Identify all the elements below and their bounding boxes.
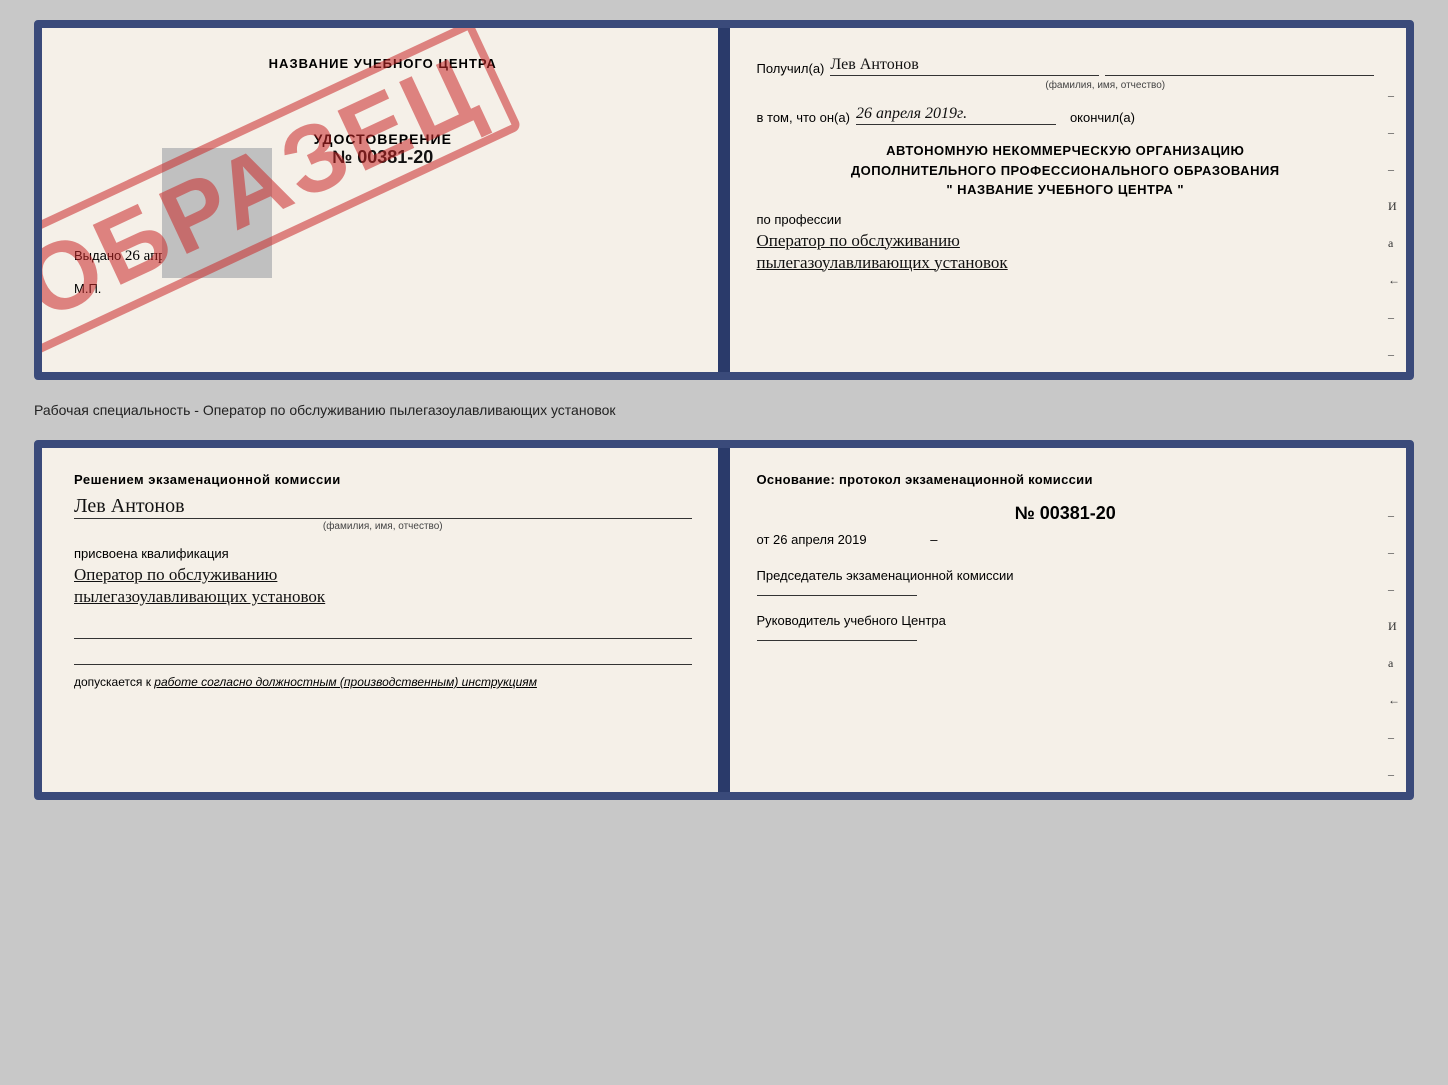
org-line2: ДОПОЛНИТЕЛЬНОГО ПРОФЕССИОНАЛЬНОГО ОБРАЗО…: [757, 161, 1375, 181]
ot-date-value: 26 апреля 2019: [773, 532, 867, 547]
between-label: Рабочая специальность - Оператор по обсл…: [34, 398, 1414, 422]
resheniem-label: Решением экзаменационной комиссии: [74, 472, 692, 487]
ot-date: от 26 апреля 2019 –: [757, 532, 1375, 547]
bottom-right-side-marks: – – – И а ← – – – –: [1388, 508, 1400, 800]
vtom-label: в том, что он(а): [757, 110, 850, 125]
bottom-underlines: [74, 621, 692, 665]
poluchil-label: Получил(а): [757, 61, 825, 76]
vydano-label: Выдано: [74, 248, 121, 263]
org-line1: АВТОНОМНУЮ НЕКОММЕРЧЕСКУЮ ОРГАНИЗАЦИЮ: [757, 141, 1375, 161]
bottom-document-card: Решением экзаменационной комиссии Лев Ан…: [34, 440, 1414, 800]
predsedatel-block: Председатель экзаменационной комиссии: [757, 567, 1375, 596]
top-right-panel: Получил(а) Лев Антонов (фамилия, имя, от…: [725, 28, 1407, 372]
vtom-row: в том, что он(а) 26 апреля 2019г. окончи…: [757, 105, 1375, 125]
mp-line: М.П.: [74, 281, 692, 296]
vtom-date: 26 апреля 2019г.: [856, 105, 1056, 125]
org-line3: " НАЗВАНИЕ УЧЕБНОГО ЦЕНТРА ": [757, 180, 1375, 200]
predsedatel-label: Председатель экзаменационной комиссии: [757, 567, 1375, 585]
rukovoditel-label: Руководитель учебного Центра: [757, 612, 1375, 630]
predsedatel-signature-line: [757, 595, 917, 596]
poluchil-underline: [1105, 75, 1374, 76]
underline-2: [74, 647, 692, 665]
okochil-label: окончил(а): [1070, 110, 1135, 125]
bottom-qualification-line2: пылегазоулавливающих установок: [74, 587, 692, 607]
photo-placeholder: [162, 148, 272, 278]
osnov-label: Основание: протокол экзаменационной коми…: [757, 472, 1375, 487]
dopuskaetsya-text: допускается к работе согласно должностны…: [74, 675, 692, 689]
bottom-fio-sublabel: (фамилия, имя, отчество): [74, 521, 692, 532]
dopuskaetsya-label: допускается к: [74, 675, 151, 689]
ot-dash: –: [930, 532, 937, 547]
page-wrapper: НАЗВАНИЕ УЧЕБНОГО ЦЕНТРА УДОСТОВЕРЕНИЕ №…: [34, 20, 1414, 800]
rukovoditel-signature-line: [757, 640, 917, 641]
prisvoena-label: присвоена квалификация: [74, 546, 692, 561]
dopuskaetsya-value: работе согласно должностным (производств…: [154, 675, 537, 689]
profession-line2: пылегазоулавливающих установок: [757, 253, 1375, 273]
bottom-qualification-line1: Оператор по обслуживанию: [74, 565, 692, 585]
underline-1: [74, 621, 692, 639]
ot-prefix: от: [757, 532, 770, 547]
top-document-card: НАЗВАНИЕ УЧЕБНОГО ЦЕНТРА УДОСТОВЕРЕНИЕ №…: [34, 20, 1414, 380]
bottom-left-panel: Решением экзаменационной комиссии Лев Ан…: [42, 448, 725, 792]
profession-line1: Оператор по обслуживанию: [757, 231, 1375, 251]
fio-sublabel-top: (фамилия, имя, отчество): [837, 80, 1375, 91]
training-center-title: НАЗВАНИЕ УЧЕБНОГО ЦЕНТРА: [74, 56, 692, 71]
protocol-number: № 00381-20: [757, 503, 1375, 524]
po-professii-label: по профессии: [757, 212, 1375, 227]
top-left-panel: НАЗВАНИЕ УЧЕБНОГО ЦЕНТРА УДОСТОВЕРЕНИЕ №…: [42, 28, 725, 372]
udost-label: УДОСТОВЕРЕНИЕ: [74, 131, 692, 147]
bottom-name: Лев Антонов: [74, 495, 692, 519]
poluchil-row: Получил(а) Лев Антонов: [757, 56, 1375, 76]
org-block: АВТОНОМНУЮ НЕКОММЕРЧЕСКУЮ ОРГАНИЗАЦИЮ ДО…: [757, 141, 1375, 200]
top-right-side-marks: – – – И а ← – – – –: [1388, 88, 1400, 380]
bottom-right-panel: Основание: протокол экзаменационной коми…: [725, 448, 1407, 792]
recipient-name: Лев Антонов: [830, 56, 1099, 76]
